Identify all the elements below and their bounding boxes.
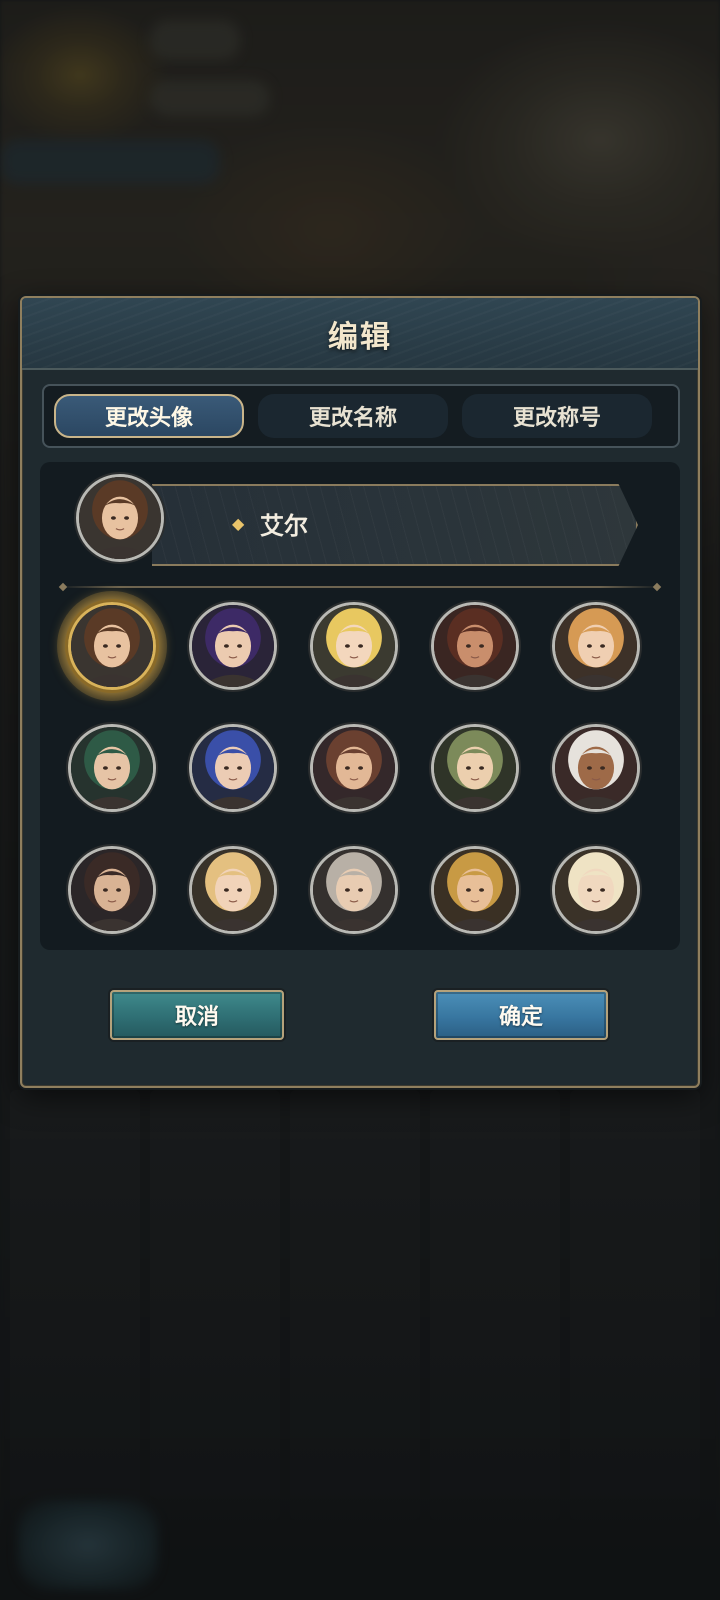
current-avatar (76, 474, 164, 562)
avatar-option-auburn-hair-man[interactable] (310, 724, 398, 812)
dialog-title: 编辑 (328, 320, 392, 355)
avatar-option-brown-hair-heroine[interactable] (68, 602, 156, 690)
avatar-option-bearded-man[interactable] (431, 602, 519, 690)
player-name: 艾尔 (260, 512, 308, 540)
avatar-option-blonde-elf[interactable] (310, 602, 398, 690)
avatar-option-ginger-girl[interactable] (552, 602, 640, 690)
edit-profile-dialog: 编辑 更改头像 更改名称 更改称号 ◆ 艾尔 取消 确定 (20, 296, 700, 1088)
cancel-button[interactable]: 取消 (110, 990, 284, 1040)
avatar-option-glasses-man[interactable] (68, 846, 156, 934)
tab-change-title[interactable]: 更改称号 (462, 394, 652, 438)
tab-change-avatar[interactable]: 更改头像 (54, 394, 244, 438)
avatar-option-silver-hair-youth[interactable] (310, 846, 398, 934)
avatar-panel: ◆ 艾尔 (40, 462, 680, 950)
divider (60, 586, 660, 588)
avatar-grid (40, 602, 680, 950)
confirm-button[interactable]: 确定 (434, 990, 608, 1040)
avatar-option-blonde-girl-hairclip[interactable] (189, 846, 277, 934)
tab-change-name[interactable]: 更改名称 (258, 394, 448, 438)
name-banner (152, 484, 638, 566)
edit-tabs: 更改头像 更改名称 更改称号 (42, 384, 680, 448)
avatar-option-golden-hair-man[interactable] (431, 846, 519, 934)
avatar-option-green-elf[interactable] (431, 724, 519, 812)
avatar-option-hat-blonde[interactable] (552, 846, 640, 934)
diamond-icon: ◆ (232, 514, 245, 533)
avatar-option-white-hair-headband[interactable] (552, 724, 640, 812)
avatar-option-green-hair-swordsman[interactable] (68, 724, 156, 812)
dialog-title-bar: 编辑 (22, 298, 698, 370)
avatar-option-purple-hair-girl[interactable] (189, 602, 277, 690)
avatar-option-blue-hair-girl[interactable] (189, 724, 277, 812)
